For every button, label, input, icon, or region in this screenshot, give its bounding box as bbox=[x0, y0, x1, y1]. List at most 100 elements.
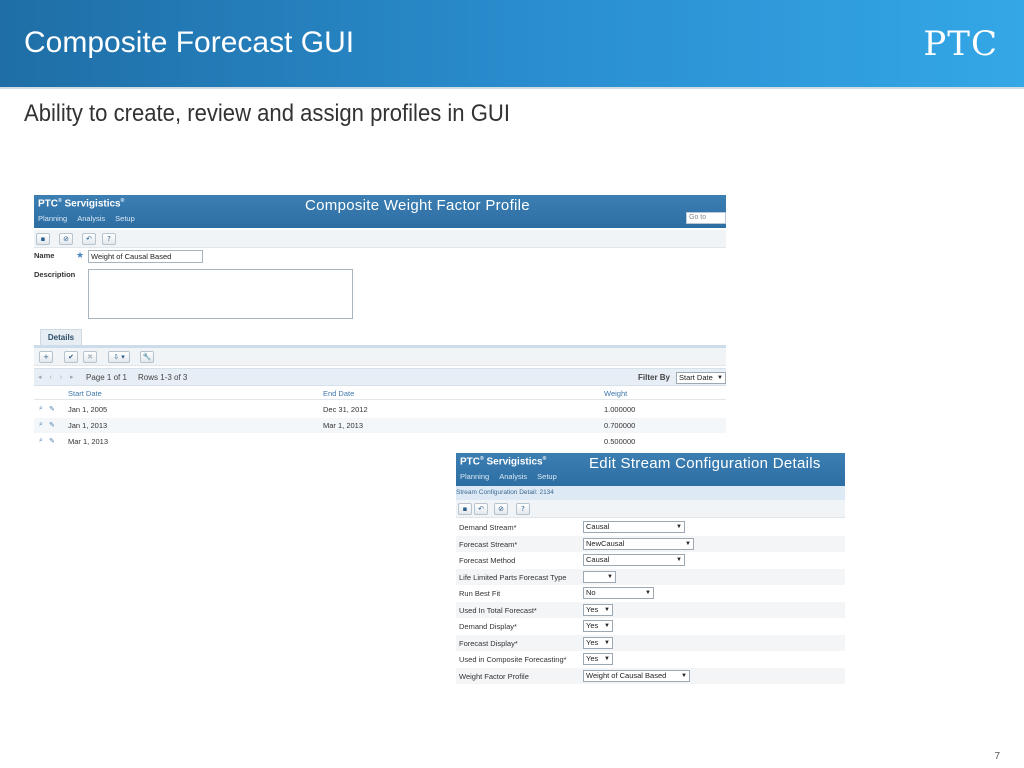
table-row[interactable]: ⌕ ✎ Jan 1, 2013 Mar 1, 2013 0.700000 bbox=[34, 418, 726, 433]
field-used-in-total-forecast: Used In Total Forecast* Yes ▼ bbox=[456, 601, 845, 618]
cancel-button[interactable]: ⊘ bbox=[59, 233, 73, 245]
save-icon: ▪ bbox=[462, 505, 468, 513]
forecast-method-select[interactable]: Causal ▼ bbox=[583, 554, 685, 566]
pager-nav-icons[interactable]: ◂ ‹ › ▸ bbox=[38, 373, 77, 381]
field-life-limited-parts: Life Limited Parts Forecast Type ▼ bbox=[456, 568, 845, 585]
forecast-display-select[interactable]: Yes ▼ bbox=[583, 636, 613, 649]
help-button[interactable]: ? bbox=[516, 503, 530, 515]
field-forecast-method: Forecast Method Causal ▼ bbox=[456, 552, 845, 568]
field-label: Life Limited Parts Forecast Type bbox=[459, 572, 567, 582]
save-icon: ▪ bbox=[40, 235, 46, 243]
help-button[interactable]: ? bbox=[102, 233, 116, 245]
page-indicator: Page 1 of 1 bbox=[86, 373, 127, 382]
required-star-icon: ★ bbox=[76, 250, 85, 260]
slide-title: Composite Forecast GUI bbox=[24, 26, 355, 59]
field-label: Used in Composite Forecasting* bbox=[459, 655, 567, 664]
menu-analysis[interactable]: Analysis bbox=[77, 214, 105, 223]
page-title: Composite Weight Factor Profile bbox=[305, 197, 530, 214]
cancel-button[interactable]: ⊘ bbox=[494, 503, 508, 515]
delete-icon: ✖ bbox=[87, 353, 93, 361]
cell-weight: 1.000000 bbox=[604, 405, 636, 414]
export-icon: ⇩ ▾ bbox=[113, 353, 125, 361]
table-header: Start Date End Date Weight bbox=[34, 388, 726, 400]
chevron-down-icon: ▼ bbox=[604, 623, 610, 629]
field-forecast-stream: Forecast Stream* NewCausal ▼ bbox=[456, 535, 845, 552]
main-toolbar: ▪ ↶ ⊘ ? bbox=[456, 500, 845, 518]
view-icon[interactable]: ⌕ bbox=[39, 437, 43, 445]
app-brand: PTC® Servigistics® bbox=[38, 198, 125, 210]
field-weight-factor-profile: Weight Factor Profile Weight of Causal B… bbox=[456, 667, 845, 684]
chevron-down-icon: ▼ bbox=[717, 375, 723, 381]
description-label: Description bbox=[34, 270, 76, 279]
confirm-button[interactable]: ✔ bbox=[64, 351, 78, 363]
forecast-stream-select[interactable]: NewCausal ▼ bbox=[583, 537, 694, 550]
table-row[interactable]: ⌕ ✎ Mar 1, 2013 0.500000 bbox=[34, 434, 726, 449]
add-icon: + bbox=[43, 353, 49, 361]
field-label: Used In Total Forecast* bbox=[459, 605, 537, 615]
edit-icon[interactable]: ✎ bbox=[49, 421, 55, 429]
chevron-down-icon: ▼ bbox=[676, 557, 682, 563]
view-icon[interactable]: ⌕ bbox=[39, 405, 43, 413]
chevron-down-icon: ▼ bbox=[685, 540, 691, 547]
breadcrumb-text: Stream Configuration Detail: 2134 bbox=[456, 489, 554, 496]
details-toolbar: + ✔ ✖ ⇩ ▾ 🔧 bbox=[34, 348, 726, 366]
settings-button[interactable]: 🔧 bbox=[140, 351, 154, 363]
menu-setup[interactable]: Setup bbox=[537, 472, 557, 481]
tab-details[interactable]: Details bbox=[40, 329, 82, 345]
description-textarea[interactable] bbox=[88, 269, 353, 319]
edit-stream-configuration-screen: PTC® Servigistics® Planning Analysis Set… bbox=[456, 453, 845, 685]
app-brand: PTC® Servigistics® bbox=[460, 456, 547, 468]
ptc-logo: PTC bbox=[923, 24, 998, 64]
chevron-down-icon: ▼ bbox=[607, 573, 613, 580]
edit-icon[interactable]: ✎ bbox=[49, 405, 55, 413]
breadcrumb: Stream Configuration Detail: 2134 bbox=[456, 486, 845, 500]
run-best-fit-select[interactable]: No ▼ bbox=[583, 587, 654, 599]
undo-button[interactable]: ↶ bbox=[474, 503, 488, 515]
app-header-bar: PTC® Servigistics® Planning Analysis Set… bbox=[34, 195, 726, 228]
used-in-composite-forecasting-select[interactable]: Yes ▼ bbox=[583, 653, 613, 665]
field-label: Forecast Method bbox=[459, 556, 516, 565]
weight-factor-profile-select[interactable]: Weight of Causal Based ▼ bbox=[583, 669, 690, 682]
view-icon[interactable]: ⌕ bbox=[39, 421, 43, 429]
field-demand-display: Demand Display* Yes ▼ bbox=[456, 618, 845, 634]
cancel-icon: ⊘ bbox=[498, 505, 504, 513]
undo-button[interactable]: ↶ bbox=[82, 233, 96, 245]
chevron-down-icon: ▼ bbox=[604, 656, 610, 662]
chevron-down-icon: ▼ bbox=[676, 524, 682, 530]
col-weight[interactable]: Weight bbox=[604, 389, 627, 398]
used-in-total-forecast-select[interactable]: Yes ▼ bbox=[583, 603, 613, 616]
export-button[interactable]: ⇩ ▾ bbox=[108, 351, 130, 363]
col-start-date[interactable]: Start Date bbox=[68, 389, 102, 398]
app-menu: Planning Analysis Setup bbox=[460, 472, 557, 481]
field-forecast-display: Forecast Display* Yes ▼ bbox=[456, 634, 845, 651]
delete-button[interactable]: ✖ bbox=[83, 351, 97, 363]
demand-display-select[interactable]: Yes ▼ bbox=[583, 620, 613, 632]
pager-bar: ◂ ‹ › ▸ Page 1 of 1 Rows 1-3 of 3 Filter… bbox=[34, 368, 726, 386]
undo-icon: ↶ bbox=[86, 235, 92, 243]
filter-select[interactable]: Start Date ▼ bbox=[676, 372, 726, 384]
page-number: 7 bbox=[994, 751, 1000, 762]
cell-end-date: Dec 31, 2012 bbox=[323, 405, 368, 414]
edit-icon[interactable]: ✎ bbox=[49, 437, 55, 445]
goto-input[interactable]: Go to bbox=[686, 212, 726, 224]
field-label: Forecast Stream* bbox=[459, 539, 518, 549]
menu-analysis[interactable]: Analysis bbox=[499, 472, 527, 481]
save-button[interactable]: ▪ bbox=[458, 503, 472, 515]
menu-planning[interactable]: Planning bbox=[38, 214, 67, 223]
slide-subtitle: Ability to create, review and assign pro… bbox=[24, 100, 510, 127]
save-button[interactable]: ▪ bbox=[36, 233, 50, 245]
rows-indicator: Rows 1-3 of 3 bbox=[138, 373, 188, 382]
add-row-button[interactable]: + bbox=[39, 351, 53, 363]
menu-setup[interactable]: Setup bbox=[115, 214, 135, 223]
name-label: Name bbox=[34, 251, 55, 260]
chevron-down-icon: ▼ bbox=[645, 590, 651, 596]
life-limited-parts-select[interactable]: ▼ bbox=[583, 570, 616, 583]
chevron-down-icon: ▼ bbox=[604, 639, 610, 646]
name-input[interactable]: Weight of Causal Based bbox=[88, 250, 203, 263]
demand-stream-select[interactable]: Causal ▼ bbox=[583, 521, 685, 533]
page-title: Edit Stream Configuration Details bbox=[589, 455, 821, 472]
table-row[interactable]: ⌕ ✎ Jan 1, 2005 Dec 31, 2012 1.000000 bbox=[34, 402, 726, 417]
menu-planning[interactable]: Planning bbox=[460, 472, 489, 481]
col-end-date[interactable]: End Date bbox=[323, 389, 354, 398]
chevron-down-icon: ▼ bbox=[681, 672, 687, 679]
